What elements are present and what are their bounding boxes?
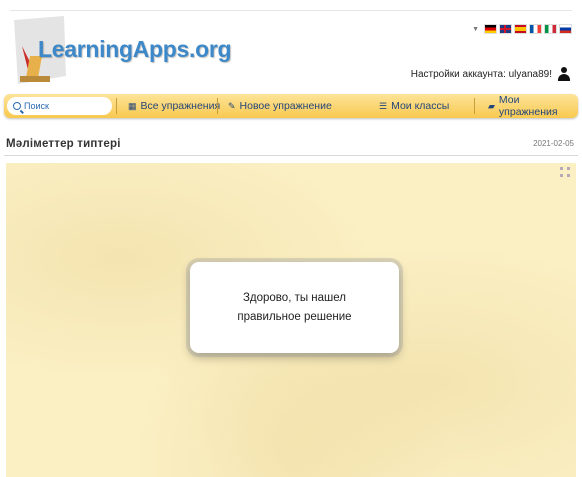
success-message: Здорово, ты нашел правильное решение <box>237 291 352 323</box>
page-date: 2021-02-05 <box>533 139 574 148</box>
user-icon[interactable] <box>558 67 570 81</box>
nav-new-exercise-label: Новое упражнение <box>239 100 332 112</box>
flag-gb-icon[interactable] <box>499 24 512 34</box>
flag-ru-icon[interactable] <box>559 24 572 34</box>
expand-icon[interactable] <box>560 167 570 177</box>
nav-divider <box>116 98 117 114</box>
nav-new-exercise[interactable]: ✎ Новое упражнение <box>228 94 332 118</box>
nav-all-exercises[interactable]: ▦ Все упражнения <box>128 94 220 118</box>
flag-de-icon[interactable] <box>484 24 497 34</box>
nav-my-classes-label: Мои классы <box>391 100 450 112</box>
search-icon <box>13 102 21 110</box>
language-selector[interactable]: ▼ <box>472 24 572 34</box>
flag-es-icon[interactable] <box>514 24 527 34</box>
pencil-icon: ✎ <box>228 100 236 111</box>
exercise-area[interactable]: Здорово, ты нашел правильное решение <box>6 163 576 477</box>
search-input[interactable]: Поиск <box>7 97 112 115</box>
title-divider <box>4 155 578 156</box>
account-settings[interactable]: Настройки аккаунта: ulyana89! <box>411 67 570 81</box>
main-navbar: Поиск ▦ Все упражнения ✎ Новое упражнени… <box>4 94 578 118</box>
nav-my-exercises-label: Мои упражнения <box>498 94 558 118</box>
nav-divider <box>217 98 218 114</box>
top-divider <box>10 10 572 11</box>
nav-divider <box>474 98 475 114</box>
flag-it-icon[interactable] <box>544 24 557 34</box>
account-settings-link[interactable]: Настройки аккаунта: ulyana89! <box>411 69 552 80</box>
flag-fr-icon[interactable] <box>529 24 542 34</box>
logo-text: LearningApps.org <box>38 36 232 62</box>
page-title: Мәліметтер типтері <box>6 138 121 150</box>
grid-icon: ▦ <box>128 100 137 111</box>
search-placeholder: Поиск <box>24 101 49 111</box>
dropdown-arrow-icon[interactable]: ▼ <box>472 26 479 33</box>
nav-my-classes[interactable]: ☰ Мои классы <box>379 94 449 118</box>
logo[interactable]: LearningApps.org <box>12 16 232 90</box>
success-dialog[interactable]: Здорово, ты нашел правильное решение <box>190 262 399 353</box>
folder-icon: ▰ <box>488 100 495 111</box>
nav-my-exercises[interactable]: ▰ Мои упражнения <box>488 94 578 118</box>
list-icon: ☰ <box>379 100 388 111</box>
nav-all-exercises-label: Все упражнения <box>140 100 221 112</box>
